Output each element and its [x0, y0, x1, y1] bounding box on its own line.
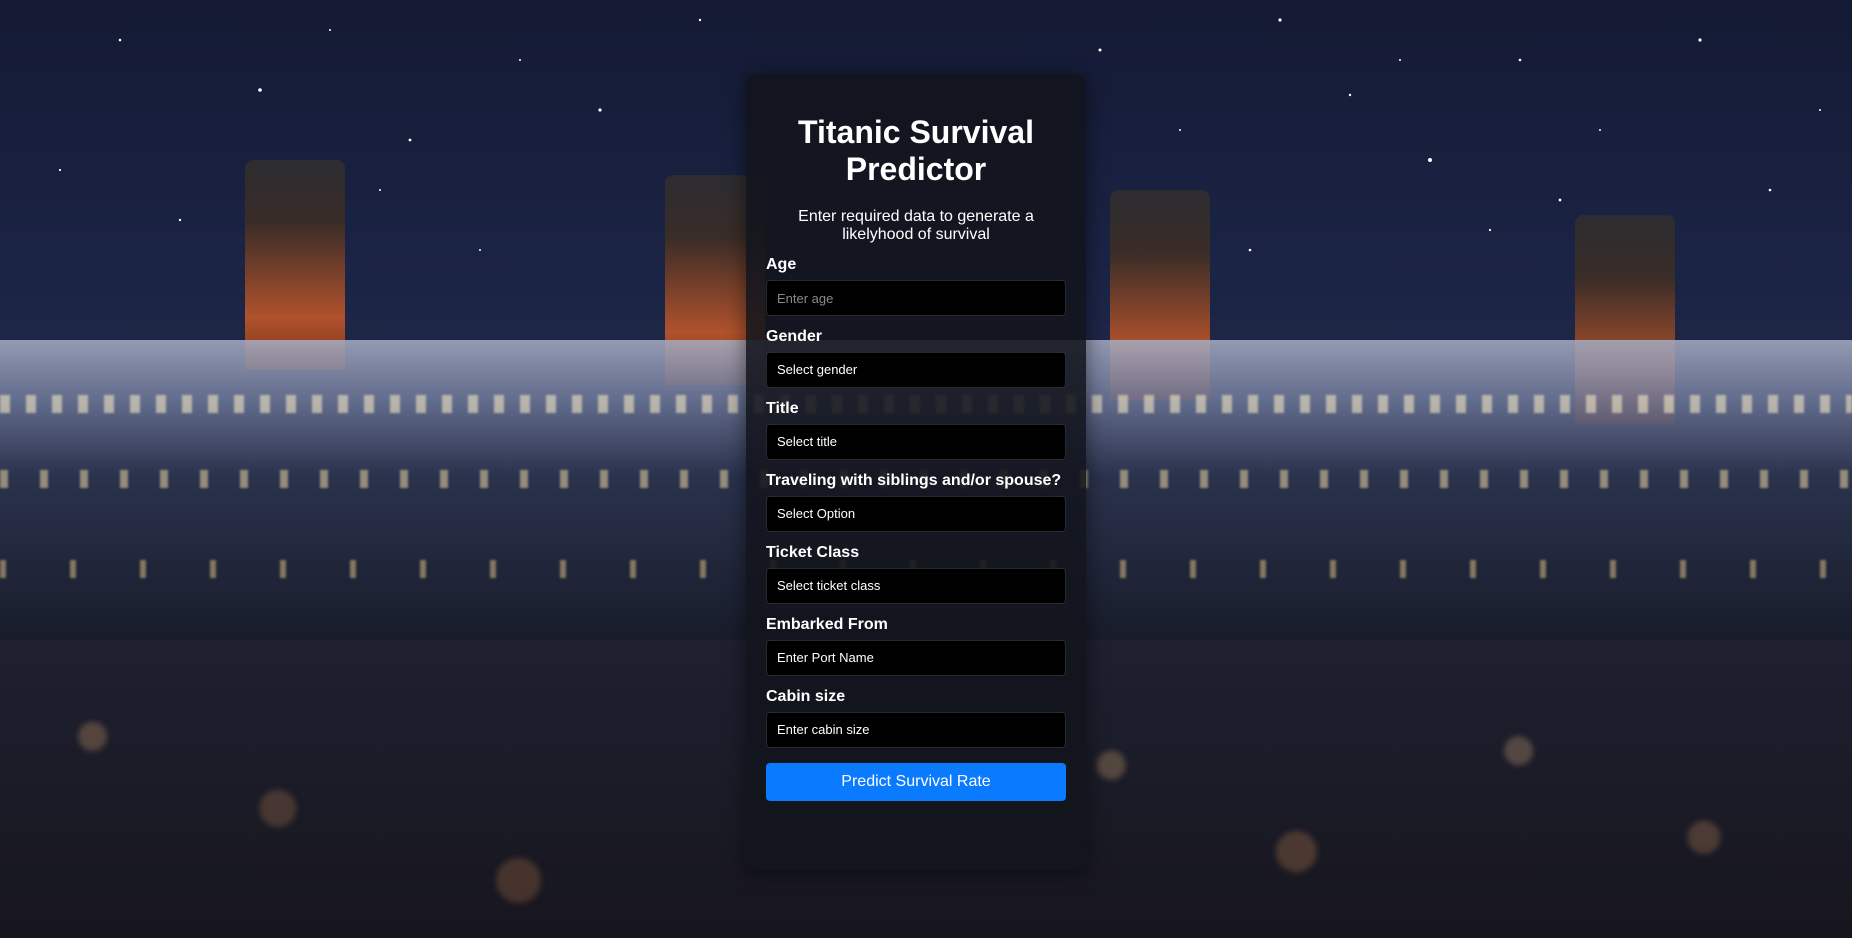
- ticket-class-select[interactable]: Select ticket class: [766, 568, 1066, 604]
- embarked-label: Embarked From: [766, 616, 888, 633]
- predictor-form-card: Titanic Survival Predictor Enter require…: [746, 74, 1086, 870]
- predict-survival-button[interactable]: Predict Survival Rate: [766, 763, 1066, 801]
- age-input[interactable]: [766, 280, 1066, 316]
- ticket-class-label: Ticket Class: [766, 544, 860, 561]
- page-title: Titanic Survival Predictor: [798, 114, 1034, 187]
- siblings-spouse-select[interactable]: Select Option: [766, 496, 1066, 532]
- siblings-spouse-field-group: Traveling with siblings and/or spouse? S…: [766, 472, 1066, 532]
- gender-label: Gender: [766, 328, 823, 345]
- embarked-port-select[interactable]: Enter Port Name: [766, 640, 1066, 676]
- cabin-size-label: Cabin size: [766, 688, 846, 705]
- siblings-spouse-label: Traveling with siblings and/or spouse?: [766, 472, 1062, 489]
- age-field-group: Age: [766, 256, 1066, 316]
- gender-select[interactable]: Select gender: [766, 352, 1066, 388]
- ship-funnel: [245, 160, 345, 370]
- embarked-field-group: Embarked From Enter Port Name: [766, 616, 1066, 676]
- age-label: Age: [766, 256, 797, 273]
- cabin-size-select[interactable]: Enter cabin size: [766, 712, 1066, 748]
- page-subtitle: Enter required data to generate a likely…: [798, 208, 1034, 243]
- title-label: Title: [766, 400, 799, 417]
- cabin-size-field-group: Cabin size Enter cabin size: [766, 688, 1066, 748]
- ticket-class-field-group: Ticket Class Select ticket class: [766, 544, 1066, 604]
- title-field-group: Title Select title: [766, 400, 1066, 460]
- gender-field-group: Gender Select gender: [766, 328, 1066, 388]
- title-select[interactable]: Select title: [766, 424, 1066, 460]
